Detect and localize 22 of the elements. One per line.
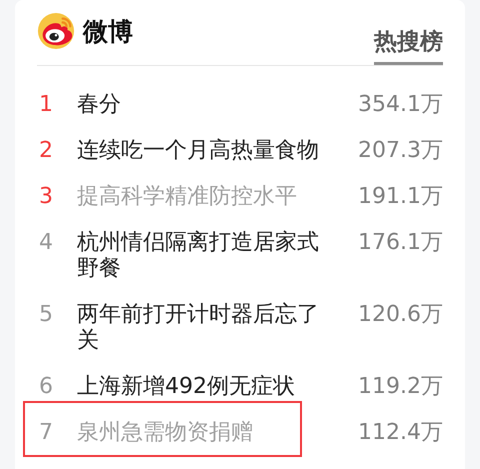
rank-number: 5 (38, 302, 54, 328)
heat-count: 120.6万 (358, 302, 443, 328)
topic-link[interactable]: 杭州情侣隔离打造居家式野餐 (77, 230, 333, 282)
heat-count: 354.1万 (358, 92, 443, 118)
rank-number: 1 (38, 92, 54, 118)
heat-count: 191.1万 (358, 184, 443, 210)
topic-link[interactable]: 连续吃一个月高热量食物 (77, 138, 333, 164)
topic-link[interactable]: 春分 (77, 92, 333, 118)
rank-number: 4 (38, 230, 54, 256)
heat-count: 119.2万 (358, 374, 443, 400)
rank-number: 2 (38, 138, 54, 164)
rank-number: 7 (38, 420, 54, 446)
rank-number: 6 (38, 374, 54, 400)
topic-link[interactable]: 两年前打开计时器后忘了关 (77, 302, 333, 354)
rank-number: 3 (38, 184, 54, 210)
topic-link[interactable]: 上海新增492例无症状 (77, 374, 333, 400)
heat-count: 112.4万 (358, 420, 443, 446)
eye-logo-icon (37, 12, 75, 50)
heat-count: 207.3万 (358, 138, 443, 164)
heat-count: 176.1万 (358, 230, 443, 256)
brand-name: 微博 (83, 16, 133, 48)
hot-search-tab[interactable]: 热搜榜 (374, 12, 443, 65)
